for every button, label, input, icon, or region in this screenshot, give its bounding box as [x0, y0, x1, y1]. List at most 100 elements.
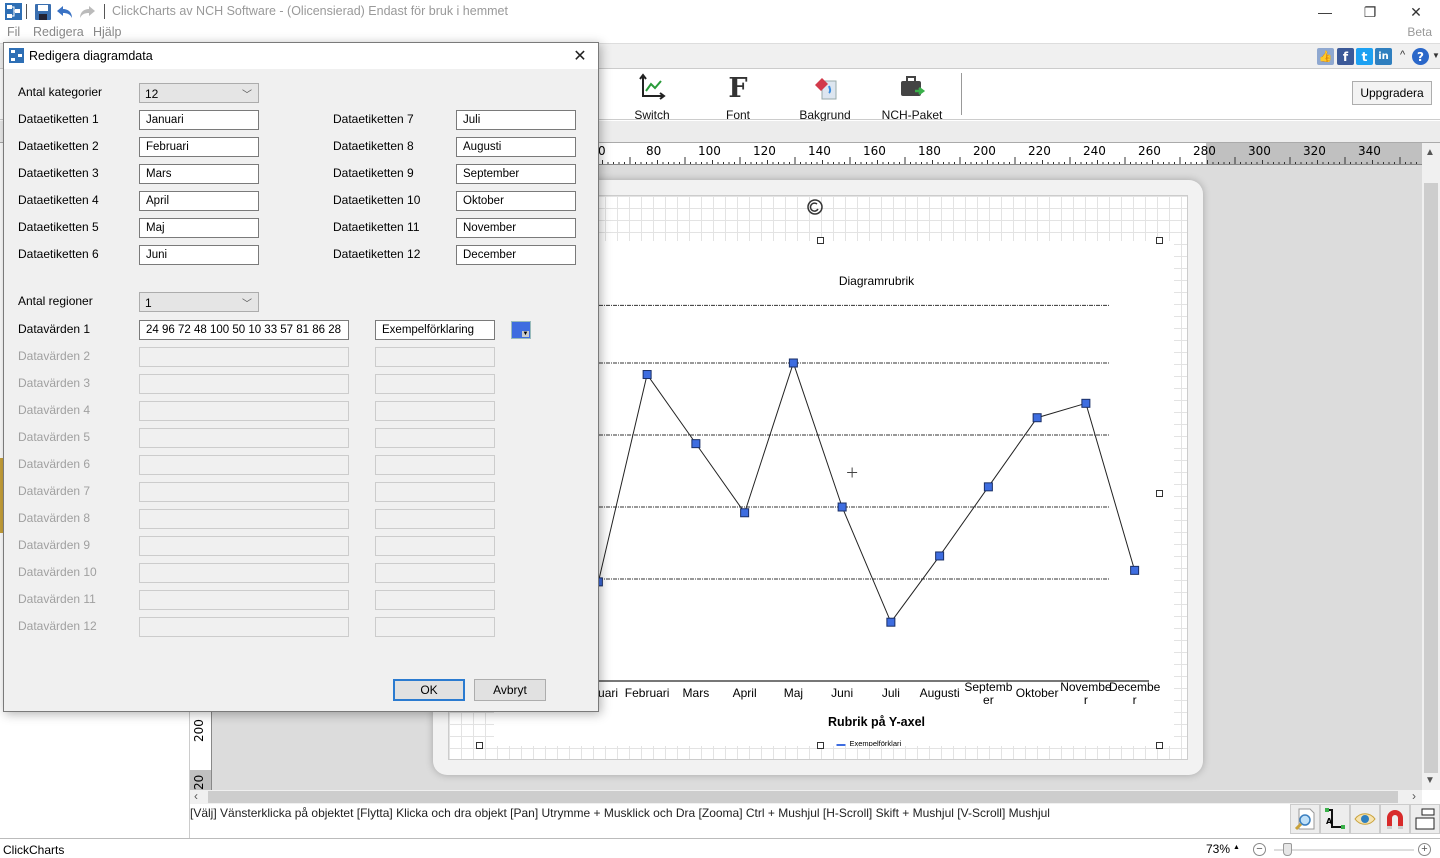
data-label-input[interactable]: Oktober — [456, 191, 576, 211]
collapse-ribbon-icon[interactable]: ^ — [1400, 49, 1405, 61]
zoom-slider-thumb[interactable] — [1283, 843, 1292, 856]
connector-text-button[interactable]: A — [1320, 804, 1350, 834]
nch-suite-icon — [901, 76, 926, 96]
data-label-input[interactable]: September — [456, 164, 576, 184]
resize-handle-bottom-right[interactable] — [1156, 742, 1163, 749]
data-label-input[interactable]: Januari — [139, 110, 259, 130]
data-label-caption: Dataetiketten 1 — [18, 112, 99, 126]
ruler-label: 160 — [863, 144, 886, 158]
cancel-button[interactable]: Avbryt — [474, 679, 546, 701]
dialog-close-button[interactable]: ✕ — [568, 46, 592, 66]
x-tick-label: Novembe r — [1060, 680, 1112, 707]
undo-icon[interactable] — [56, 3, 74, 21]
ok-button[interactable]: OK — [393, 679, 465, 701]
data-label-caption: Dataetiketten 4 — [18, 193, 99, 207]
zoom-menu-icon[interactable]: ▲ — [1233, 844, 1240, 851]
layout-button[interactable] — [1410, 804, 1440, 834]
regions-value: 1 — [145, 296, 152, 310]
background-button[interactable]: Bakgrund — [790, 73, 860, 122]
data-label-caption: Dataetiketten 10 — [333, 193, 421, 207]
menu-help[interactable]: Hjälp — [93, 25, 122, 39]
preview-button[interactable] — [1350, 804, 1380, 834]
categories-select[interactable]: 12 ﹀ — [139, 83, 259, 103]
x-tick-label: Februari — [625, 686, 670, 700]
nch-suite-button[interactable]: NCH-Paket — [877, 73, 947, 122]
clickcharts-app-icon — [5, 3, 22, 20]
switch-button[interactable]: Switch — [617, 73, 687, 122]
categories-label: Antal kategorier — [18, 85, 103, 99]
data-series-values-input[interactable]: 24 96 72 48 100 50 10 33 57 81 86 28 — [139, 320, 349, 340]
legend-swatch — [836, 744, 846, 753]
resize-handle-right[interactable] — [1156, 490, 1163, 497]
save-icon[interactable] — [34, 3, 52, 21]
upgrade-button[interactable]: Uppgradera — [1352, 81, 1432, 105]
facebook-icon[interactable]: f — [1337, 48, 1354, 65]
ruler-label: 140 — [808, 144, 831, 158]
categories-value: 12 — [145, 87, 159, 101]
zoom-level[interactable]: 73% — [1206, 842, 1230, 856]
scroll-down-icon[interactable]: ▼ — [1425, 775, 1435, 786]
scroll-left-icon[interactable]: ‹ — [194, 789, 198, 803]
regions-select[interactable]: 1 ﹀ — [139, 292, 259, 312]
restore-button[interactable]: ❐ — [1347, 0, 1393, 24]
data-point — [691, 439, 701, 449]
data-label-caption: Dataetiketten 5 — [18, 220, 99, 234]
data-label-input[interactable]: December — [456, 245, 576, 265]
redo-icon[interactable] — [78, 3, 96, 21]
horizontal-scrollbar[interactable]: ‹ › — [190, 789, 1422, 804]
zoom-page-button[interactable] — [1290, 804, 1320, 834]
data-label-input[interactable]: Juli — [456, 110, 576, 130]
ruler-label: 260 — [1138, 144, 1161, 158]
data-label-input[interactable]: Juni — [139, 245, 259, 265]
resize-handle-top-right[interactable] — [1156, 237, 1163, 244]
data-series-legend-input — [375, 563, 495, 583]
ruler-label: 200 — [192, 719, 206, 742]
zoom-out-button[interactable]: − — [1253, 843, 1266, 856]
data-label-input[interactable]: Augusti — [456, 137, 576, 157]
data-label-input[interactable]: Mars — [139, 164, 259, 184]
data-label-input[interactable]: November — [456, 218, 576, 238]
ruler-label: 220 — [1028, 144, 1051, 158]
snap-button[interactable] — [1380, 804, 1410, 834]
horizontal-scroll-thumb[interactable] — [208, 791, 1398, 803]
minimize-button[interactable]: — — [1302, 0, 1348, 24]
ruler-label: 0 — [598, 144, 606, 158]
help-dropdown-icon[interactable]: ▼ — [1432, 51, 1440, 60]
beta-label: Beta — [1407, 25, 1432, 39]
data-label-input[interactable]: Februari — [139, 137, 259, 157]
data-series-caption: Datavärden 7 — [18, 484, 91, 498]
resize-handle-bottom[interactable] — [817, 742, 824, 749]
x-axis-title: Rubrik på Y-axel — [828, 715, 925, 729]
scroll-up-icon[interactable]: ▲ — [1425, 147, 1435, 158]
zoom-slider-track[interactable] — [1274, 849, 1414, 851]
linkedin-icon[interactable]: in — [1375, 48, 1392, 65]
data-series-legend-input — [375, 509, 495, 529]
resize-handle-bottom-left[interactable] — [476, 742, 483, 749]
menu-file[interactable]: Fil — [7, 25, 20, 39]
help-icon[interactable]: ? — [1412, 48, 1429, 65]
data-point — [740, 508, 750, 518]
scroll-right-icon[interactable]: › — [1412, 789, 1416, 803]
data-series-values-input — [139, 347, 349, 367]
like-icon[interactable]: 👍 — [1317, 48, 1334, 65]
font-button[interactable]: F Font — [703, 73, 773, 122]
twitter-icon[interactable]: t — [1356, 48, 1373, 65]
series-color-picker[interactable]: ▼ — [511, 321, 531, 339]
vertical-scrollbar[interactable]: ▲ ▼ — [1422, 143, 1440, 790]
switch-axes-icon — [639, 73, 666, 100]
resize-handle-top[interactable] — [817, 237, 824, 244]
close-button[interactable]: ✕ — [1393, 0, 1439, 24]
rotate-icon[interactable] — [804, 196, 826, 218]
x-tick-label: Juni — [831, 686, 853, 700]
data-series-legend-input[interactable]: Exempelförklaring — [375, 320, 495, 340]
zoom-in-button[interactable]: + — [1418, 843, 1431, 856]
data-label-input[interactable]: Maj — [139, 218, 259, 238]
data-label-input[interactable]: April — [139, 191, 259, 211]
data-label-caption: Dataetiketten 7 — [333, 112, 414, 126]
font-label: Font — [725, 108, 750, 122]
data-series-caption: Datavärden 3 — [18, 376, 91, 390]
dialog-title-bar: Redigera diagramdata ✕ — [4, 43, 598, 69]
menu-edit[interactable]: Redigera — [33, 25, 84, 39]
vertical-scroll-thumb[interactable] — [1424, 183, 1438, 773]
x-tick-label: Decembe r — [1109, 680, 1161, 707]
